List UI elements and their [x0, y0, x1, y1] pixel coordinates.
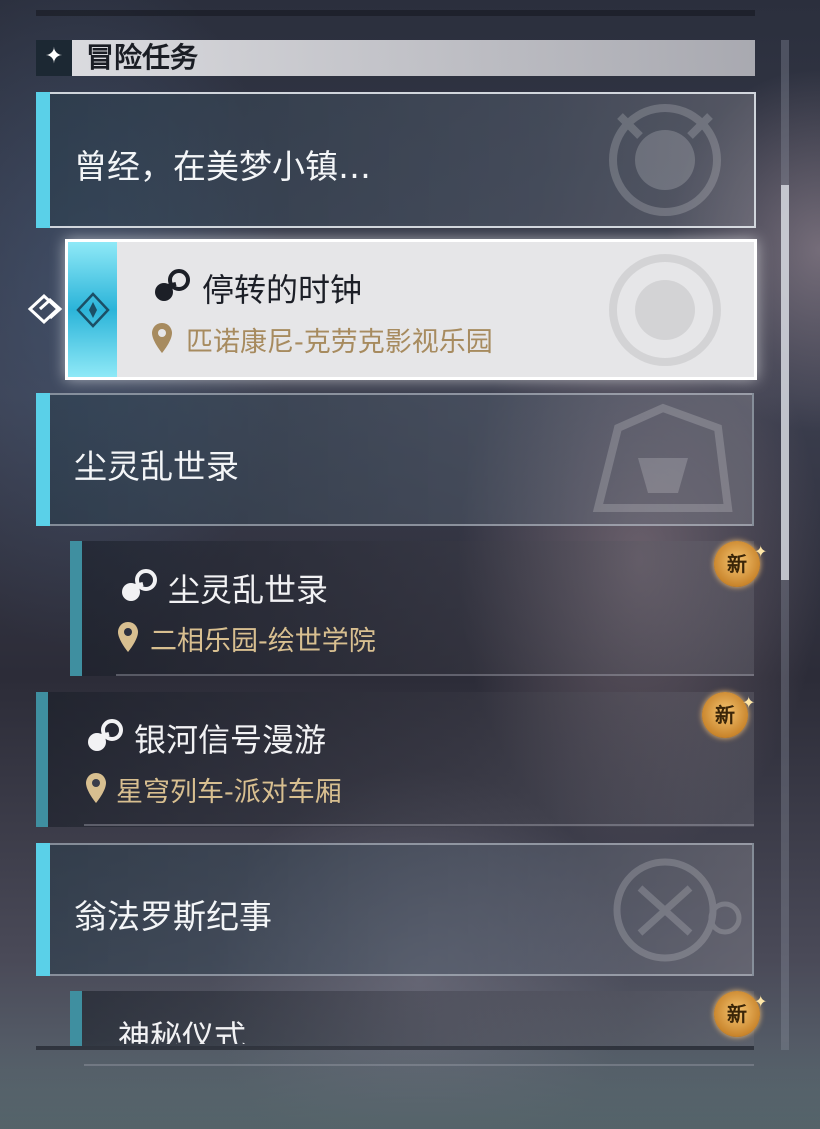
quest-title: 停转的时钟: [202, 271, 363, 309]
row-divider: [84, 824, 754, 826]
quest-indent-bar: [36, 692, 48, 827]
group-title: 翁法罗斯纪事: [74, 897, 272, 936]
group-title: 尘灵乱世录: [74, 447, 239, 486]
section-icon-box: ✦: [36, 40, 72, 76]
group-title: 曾经，在美梦小镇…: [74, 147, 371, 186]
location-pin-icon: [118, 622, 138, 652]
quest-location: 星穹列车-派对车厢: [116, 777, 342, 808]
clockie-emblem-icon: [609, 254, 721, 366]
four-point-star-icon: ✦: [44, 44, 64, 69]
ornate-crest-emblem-icon: [613, 858, 742, 962]
top-divider: [36, 10, 755, 16]
location-pin-icon: [152, 323, 172, 353]
quest-indent-bar: [70, 541, 82, 676]
quest-title: 尘灵乱世录: [168, 571, 329, 609]
selection-arrow-icon: [27, 293, 63, 325]
quest-location: 匹诺康尼-克劳克影视乐园: [186, 327, 493, 358]
section-title: 冒险任务: [86, 41, 199, 74]
quest-type-icon: [155, 269, 190, 301]
quest-location: 二相乐园-绘世学院: [150, 626, 376, 657]
new-badge-label: 新: [727, 552, 747, 576]
new-badge-label: 新: [727, 1002, 747, 1026]
sparkle-icon: ✦: [754, 992, 768, 1011]
group-accent-bar: [36, 843, 50, 976]
beast-emblem-icon: [592, 403, 733, 512]
new-badge: 新 ✦: [702, 692, 755, 738]
location-pin-icon: [86, 773, 106, 803]
sparkle-icon: ✦: [742, 693, 756, 712]
new-badge: 新 ✦: [714, 541, 767, 587]
quest-title: 银河信号漫游: [134, 721, 327, 759]
diamond-star-icon: [76, 292, 110, 328]
new-badge: 新 ✦: [714, 991, 767, 1037]
bottom-fade: [0, 1040, 820, 1129]
row-divider: [116, 674, 754, 676]
group-accent-bar: [36, 393, 50, 526]
quest-indent-bar: [70, 991, 82, 1046]
new-badge-label: 新: [715, 703, 735, 727]
quest-type-icon: [88, 719, 123, 751]
scrollbar-thumb[interactable]: [781, 185, 789, 580]
clockie-emblem-icon: [609, 104, 721, 216]
sparkle-icon: ✦: [754, 542, 768, 561]
group-accent-bar: [36, 92, 50, 228]
quest-type-icon: [122, 569, 157, 601]
